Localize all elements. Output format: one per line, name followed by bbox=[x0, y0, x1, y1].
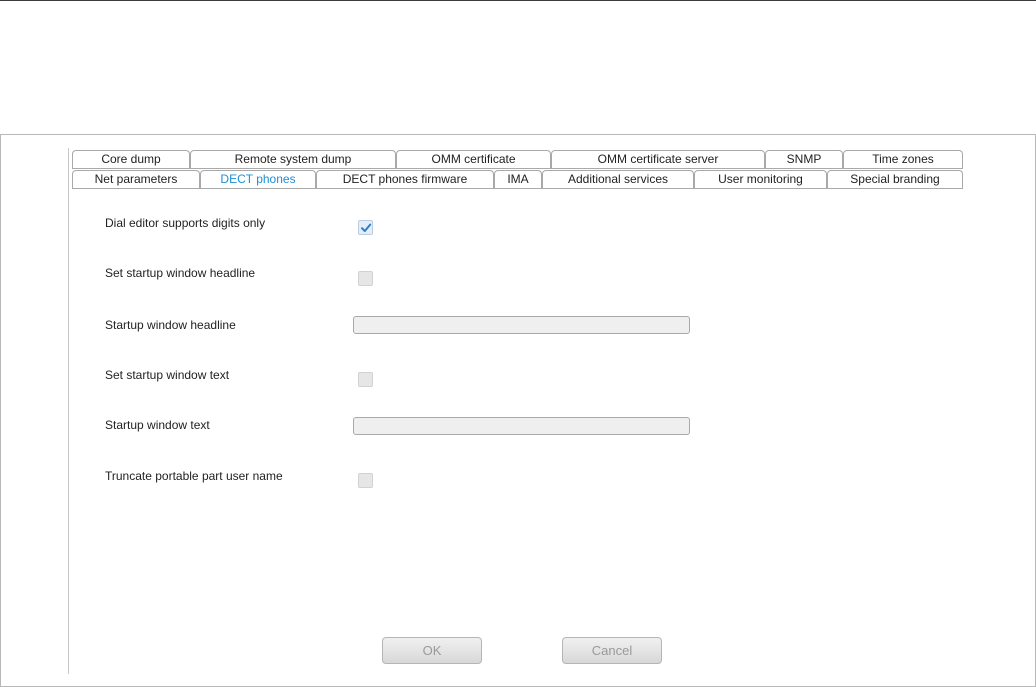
top-border-line bbox=[0, 0, 1036, 1]
set-headline-label: Set startup window headline bbox=[105, 266, 256, 280]
tab-omm-certificate-server[interactable]: OMM certificate server bbox=[551, 150, 765, 168]
tab-snmp[interactable]: SNMP bbox=[765, 150, 843, 168]
cancel-button[interactable]: Cancel bbox=[562, 637, 662, 664]
text-input[interactable] bbox=[353, 417, 690, 435]
dial-digits-only-checkbox[interactable] bbox=[358, 220, 373, 235]
set-headline-checkbox[interactable] bbox=[358, 271, 373, 286]
text-label: Startup window text bbox=[105, 418, 210, 432]
tab-row-2-baseline bbox=[72, 188, 963, 189]
tab-net-parameters[interactable]: Net parameters bbox=[72, 170, 200, 188]
tab-user-monitoring[interactable]: User monitoring bbox=[694, 170, 827, 188]
tab-ima[interactable]: IMA bbox=[494, 170, 542, 188]
headline-label: Startup window headline bbox=[105, 318, 236, 332]
set-text-label: Set startup window text bbox=[105, 368, 230, 382]
tab-row-1-baseline bbox=[72, 168, 963, 169]
tab-omm-certificate[interactable]: OMM certificate bbox=[396, 150, 551, 168]
truncate-name-checkbox[interactable] bbox=[358, 473, 373, 488]
tab-core-dump[interactable]: Core dump bbox=[72, 150, 190, 168]
tab-additional-services[interactable]: Additional services bbox=[542, 170, 694, 188]
tab-remote-system-dump[interactable]: Remote system dump bbox=[190, 150, 396, 168]
left-divider bbox=[68, 148, 69, 674]
tab-dect-phones[interactable]: DECT phones bbox=[200, 170, 316, 188]
truncate-name-label: Truncate portable part user name bbox=[105, 469, 283, 483]
tab-time-zones[interactable]: Time zones bbox=[843, 150, 963, 168]
headline-input[interactable] bbox=[353, 316, 690, 334]
checkmark-icon bbox=[361, 223, 372, 232]
ok-button[interactable]: OK bbox=[382, 637, 482, 664]
dial-digits-only-label: Dial editor supports digits only bbox=[105, 216, 266, 230]
tab-special-branding[interactable]: Special branding bbox=[827, 170, 963, 188]
tab-dect-phones-firmware[interactable]: DECT phones firmware bbox=[316, 170, 494, 188]
set-text-checkbox[interactable] bbox=[358, 372, 373, 387]
